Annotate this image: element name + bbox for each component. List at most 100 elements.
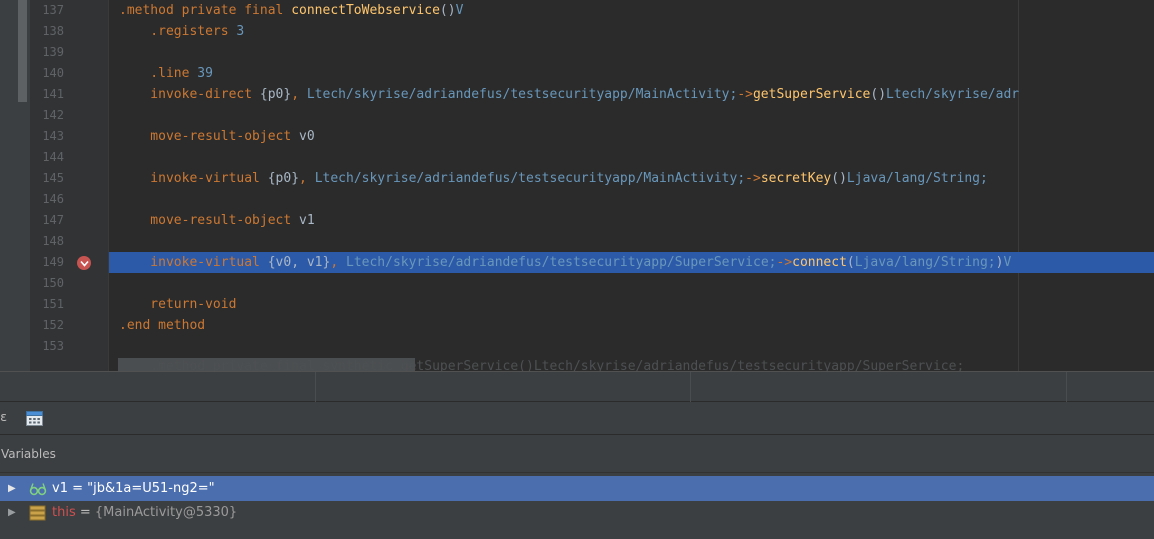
toolbar-cut-icon: ɛ [0, 410, 8, 424]
cut-off-code-line: .method private final synthetic getSuper… [119, 360, 965, 371]
line-number: 147 [42, 213, 64, 227]
variable-value: {MainActivity@5330} [94, 505, 238, 520]
variables-title: Variables [1, 447, 56, 461]
code-text: .end method [119, 315, 205, 336]
code-token: getSuperService [752, 87, 871, 102]
variable-text: this = {MainActivity@5330} [52, 500, 237, 525]
expand-arrow-icon[interactable]: ▶ [8, 476, 20, 501]
code-editor[interactable]: 137 .method private final connectToWebser… [0, 0, 1154, 371]
tab-separator [690, 372, 691, 402]
code-token: v0 [299, 129, 315, 144]
evaluate-expression-icon[interactable] [26, 411, 43, 426]
code-token: , [330, 255, 346, 270]
line-number: 150 [42, 276, 64, 290]
variables-panel-header: Variables [0, 435, 1154, 473]
line-number: 152 [42, 318, 64, 332]
variable-equals: = [67, 481, 88, 496]
code-token: .line [119, 66, 198, 81]
code-token: , [291, 87, 307, 102]
code-line[interactable] [0, 42, 1154, 63]
line-number: 138 [42, 24, 64, 38]
variable-value: "jb&1a=U51-ng2=" [87, 481, 215, 496]
code-text: return-void [119, 294, 236, 315]
code-token: 39 [197, 66, 213, 81]
code-line[interactable] [0, 273, 1154, 294]
code-token: Ltech/skyrise/adriandefus/testsecurityap… [306, 87, 738, 102]
line-number: 149 [42, 255, 64, 269]
expand-arrow-icon[interactable]: ▶ [8, 500, 20, 525]
code-token: {p0} [259, 87, 292, 102]
code-token: invoke-virtual [119, 171, 268, 186]
code-token: move-result-object [119, 129, 300, 144]
line-number: 148 [42, 234, 64, 248]
line-number: 141 [42, 87, 64, 101]
code-token: -> [776, 255, 793, 270]
code-text: invoke-virtual {v0, v1}, Ltech/skyrise/a… [119, 252, 1011, 273]
code-token: () [831, 171, 847, 186]
code-token: {p0} [267, 171, 300, 186]
code-token: Ljava/lang/String; [854, 255, 996, 270]
code-text: invoke-virtual {p0}, Ltech/skyrise/adria… [119, 168, 988, 189]
line-number: 153 [42, 339, 64, 353]
line-number: 139 [42, 45, 64, 59]
object-fields-icon [29, 505, 47, 521]
variable-name: this [52, 505, 76, 520]
line-number: 145 [42, 171, 64, 185]
code-text: move-result-object v1 [119, 210, 315, 231]
line-number: 137 [42, 3, 64, 17]
watch-glasses-icon [29, 481, 47, 497]
code-text: move-result-object v0 [119, 126, 315, 147]
code-token: -> [745, 171, 761, 186]
code-token: , [299, 171, 315, 186]
code-line[interactable] [0, 336, 1154, 357]
breakpoint-icon[interactable] [77, 256, 91, 270]
variable-row-v1[interactable]: ▶ v1 = "jb&1a=U51-ng2=" [0, 476, 1154, 501]
code-token: V [1003, 255, 1012, 270]
code-text: .method private final connectToWebservic… [119, 0, 463, 21]
code-token: .method private final [119, 3, 292, 18]
code-token: invoke-virtual [119, 255, 268, 270]
code-token: .end method [119, 318, 206, 333]
code-token: connect [792, 255, 847, 270]
variable-name: v1 [52, 481, 68, 496]
code-token: () [870, 87, 887, 102]
tab-separator [315, 372, 316, 402]
code-token: () [439, 3, 456, 18]
code-token: return-void [119, 297, 237, 312]
code-token: connectToWebservice [291, 3, 440, 18]
tab-separator [1066, 372, 1067, 402]
code-line[interactable] [0, 147, 1154, 168]
code-token: Ltech/skyrise/adriandefus/testsecurityap… [346, 255, 777, 270]
variable-equals: = [75, 505, 95, 520]
line-number: 142 [42, 108, 64, 122]
variable-text: v1 = "jb&1a=U51-ng2=" [52, 476, 215, 501]
code-token: 3 [236, 24, 245, 39]
code-line[interactable] [0, 189, 1154, 210]
code-token: secretKey [760, 171, 832, 186]
code-token: V [455, 3, 464, 18]
line-number: 140 [42, 66, 64, 80]
code-text: .line 39 [119, 63, 213, 84]
line-number: 144 [42, 150, 64, 164]
code-line[interactable] [0, 231, 1154, 252]
line-number: 151 [42, 297, 64, 311]
variables-tree[interactable]: ▶ v1 = "jb&1a=U51-ng2=" ▶ this = {MainAc… [0, 473, 1154, 539]
code-token: -> [737, 87, 753, 102]
line-number: 146 [42, 192, 64, 206]
code-token: Ljava/lang/String; [846, 171, 988, 186]
code-text: invoke-direct {p0}, Ltech/skyrise/adrian… [119, 84, 1019, 105]
line-number: 143 [42, 129, 64, 143]
code-line[interactable] [0, 105, 1154, 126]
code-token: ( [846, 255, 855, 270]
code-token: Ltech/skyrise/adriandefus/testsecurityap… [314, 171, 746, 186]
debugger-tabs-bar [0, 371, 1154, 402]
code-token: {v0, v1} [267, 255, 331, 270]
debugger-toolbar: ɛ [0, 402, 1154, 435]
code-text: .registers 3 [119, 21, 244, 42]
code-token: Ltech/skyrise/adr [886, 87, 1020, 102]
code-token: move-result-object [119, 213, 300, 228]
code-token: v1 [299, 213, 315, 228]
variable-row-this[interactable]: ▶ this = {MainActivity@5330} [0, 500, 1154, 525]
code-token: invoke-direct [119, 87, 260, 102]
code-token: .registers [119, 24, 237, 39]
